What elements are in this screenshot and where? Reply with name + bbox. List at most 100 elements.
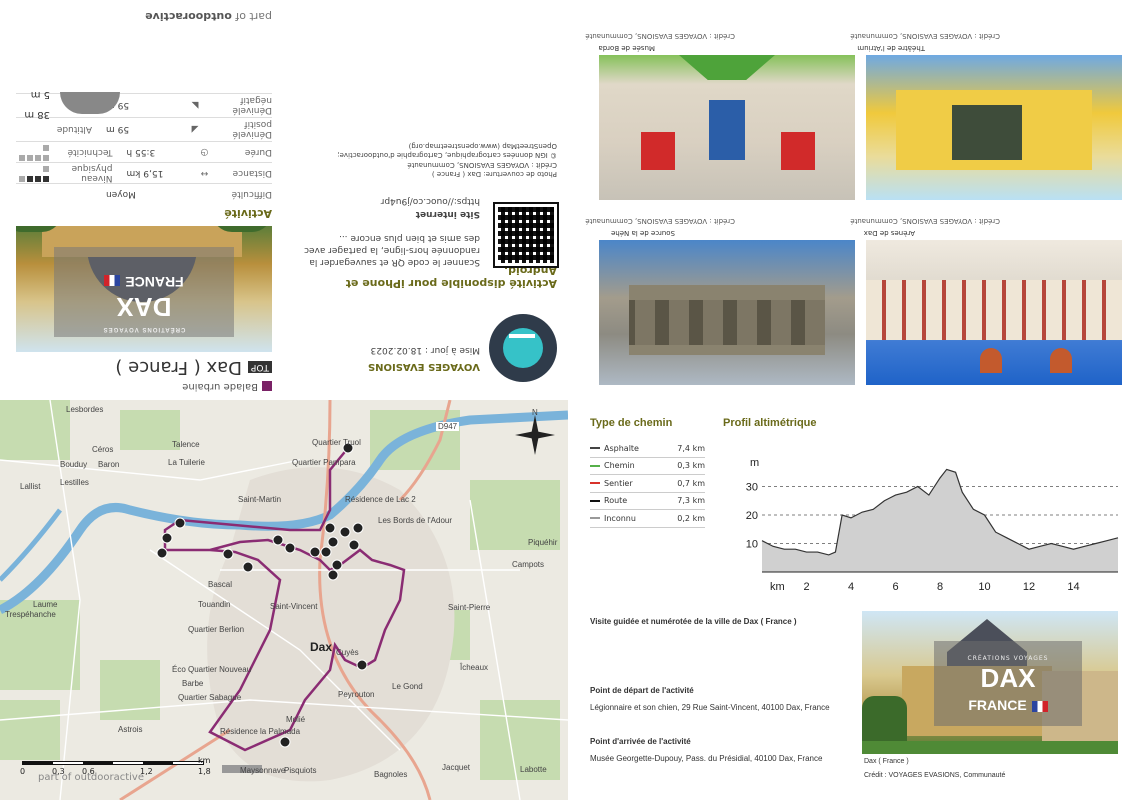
map-label-truol: Quartier Truol [312,438,361,447]
start-title: Point de départ de l'activité [590,686,694,695]
map-label-dax: Dax [310,640,333,654]
asphalt-swatch [590,447,600,450]
x-tick-label: 4 [848,581,854,593]
stat-duration: Durée ◷ 3:55 h Technicité [16,141,272,162]
map-label-maysonnave: Maysonnave [240,766,286,775]
map-label-bouduy: Bouduy [60,460,88,469]
altitude-mini: 38 m 5 m [16,80,120,120]
end-address: Musée Georgette-Dupouy, Pass. du Présidi… [590,754,823,763]
elevation-chart: 10 20 30 m km 2 4 6 8 10 12 14 [746,457,1119,593]
physical-level-dots [16,163,51,183]
map-label-labotte: Labotte [520,765,547,774]
map-label-north: N [532,408,538,417]
cover-subtitle: CRÉATIONS VOYAGES [102,326,186,332]
photo-credit-1: Crédit : VOYAGES EVASIONS, Communauté [585,32,735,40]
map-label-trespehanche: Trespéhanche [5,610,56,619]
map-label-piquehir: Piquéhir [528,538,558,547]
photo-musee-borda [599,55,855,200]
map-watermark: part of outdooractive [38,772,144,783]
app-description: Scanner le code QR et sauvegarder la ran… [304,232,480,267]
x-tick-label: 8 [937,581,943,593]
credits: Photo de couverture: Dax ( France ) Créd… [337,141,557,178]
map-label-bagnoles: Bagnoles [374,770,408,779]
site-url[interactable]: https://ouoc.co/j9u4pr [381,195,480,207]
elevation-title: Profil altimétrique [723,417,817,429]
x-tick-label: 12 [1023,581,1035,593]
stat-difficulty: Difficulté Moyen [16,183,272,204]
photo-source-nehe [599,240,855,385]
church-caption: Dax ( France ) [864,758,909,765]
france-flag-icon [1031,700,1048,712]
map-label-legond: Le Gond [392,682,423,691]
france-flag-icon [104,275,121,287]
branding-top: part of outdooractive [145,10,272,23]
x-tick-label: 2 [803,581,809,593]
y-tick-label: 10 [746,539,758,551]
path-type-row: Route 7,3 km [590,493,705,510]
activity-title: Activité [224,207,272,220]
map-label-lac: Résidence de Lac 2 [345,495,416,504]
church-subtitle: CRÉATIONS VOYAGES [967,655,1049,662]
map-label-baron: Baron [98,460,120,469]
map-label-lesbordes: Lesbordes [66,405,104,414]
map-label-berlion: Quartier Berlion [188,625,245,634]
cover-image: CRÉATIONS VOYAGES DAX FRANCE [16,226,272,352]
qr-code[interactable] [493,202,559,268]
technique-level-dots [16,142,51,162]
map-label-astrois: Astrois [118,725,143,734]
photo-caption-3: Source de la Néhe [611,229,675,237]
church-city: DAX [980,663,1036,693]
map-label-saintmartin: Saint-Martin [238,495,282,504]
route-swatch [590,499,600,502]
map-label-laume: Laume [33,600,58,609]
photo-credit-4: Crédit : VOYAGES EVASIONS, Communauté [850,217,1000,225]
sentier-swatch [590,482,600,485]
chemin-swatch [590,464,600,467]
map-label-lestilles: Lestilles [60,478,89,487]
church-country: FRANCE [934,697,1082,713]
path-type-row: Inconnu 0,2 km [590,510,705,528]
y-tick-label: 20 [746,510,758,522]
map-label-icheaux: Îcheaux [460,663,489,672]
path-type-row: Asphalte 7,4 km [590,440,705,458]
page-title: TOP Dax ( France ) [115,357,272,378]
map-label-pisquiots: Pisquiots [284,766,317,775]
path-types-legend: Asphalte 7,4 km Chemin 0,3 km Sentier 0,7 k… [590,440,705,528]
x-axis-label: km [770,581,785,593]
map-label-campots: Campots [512,560,545,569]
title-text: Dax ( France ) [115,357,242,378]
descent-icon: ◣ [191,100,199,111]
map-label-lalist: Lallist [20,482,41,491]
y-tick-label: 30 [746,482,758,494]
photo-atrium [866,55,1122,200]
category-line: Balade urbaine [182,381,272,392]
route-map[interactable]: Lesbordes Talence Bouduy Céros Lestilles… [0,400,568,800]
map-label-ceros: Céros [92,445,114,454]
map-label-bords: Les Bords de l'Adour [378,516,453,525]
church-image: CRÉATIONS VOYAGES DAX FRANCE [862,611,1118,754]
start-address: Légionnaire et son chien, 29 Rue Saint-V… [590,703,830,712]
scale-unit: km [198,756,211,765]
org-name: VOYAGES EVASIONS [367,361,480,372]
walk-icon [262,381,272,392]
scale-tick-0: 0 [20,767,26,776]
map-label-cuyes: Cuyès [336,648,359,657]
path-types-title: Type de chemin [590,417,673,429]
inconnu-swatch [590,517,600,520]
ascent-icon: ◢ [191,124,199,135]
alt-max: 38 m [24,109,50,120]
map-label-touandin: Touandin [198,600,231,609]
map-label-talence: Talence [172,440,200,449]
church-credit: Crédit : VOYAGES EVASIONS, Communauté [864,772,1006,779]
x-tick-label: 6 [892,581,898,593]
x-tick-label: 10 [978,581,990,593]
clock-icon: ◷ [200,147,209,157]
app-panel: VOYAGES EVASIONS Mise à jour : 18.02.202… [290,0,575,400]
map-scale-bar [22,761,204,765]
photo-caption-1: Musée de Borda [598,44,655,52]
stat-ascent: Dénivelé positif ◢ 59 m Altitude [16,117,272,141]
route-intro: Visite guidée et numérotée de la ville d… [590,617,797,626]
map-label-pampara: Quartier Pampara [292,458,356,467]
photo-caption-2: Théâtre de l'Atrium [857,44,925,52]
map-label-peyrouton: Peyrouton [338,690,375,699]
